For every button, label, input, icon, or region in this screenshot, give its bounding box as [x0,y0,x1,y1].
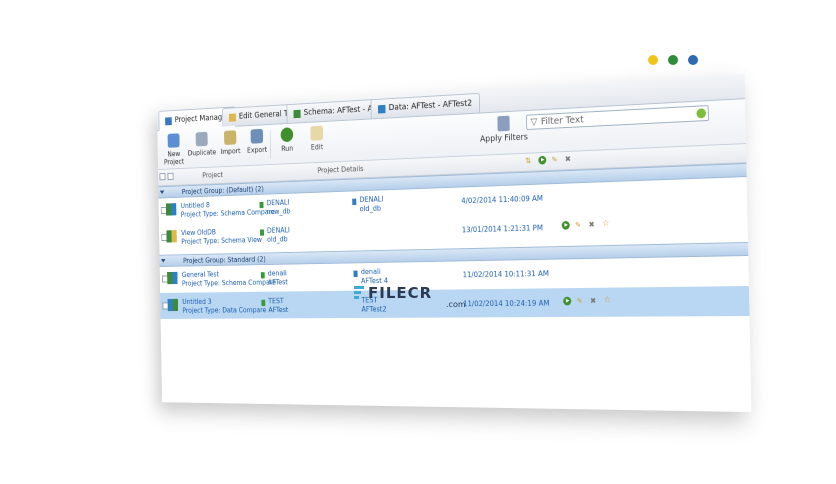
select-all-checkbox[interactable] [160,173,166,180]
favorite-star-icon[interactable]: ☆ [602,220,610,229]
left-database: new_db [267,207,291,216]
last-run-datetime: 13/01/2014 1:21:31 PM [462,224,543,235]
funnel-icon: ▽ [530,117,537,128]
project-name[interactable]: Untitled 3 [182,298,211,306]
tab-label: Data: AFTest - AFTest2 [389,99,473,113]
database-icon [260,229,264,235]
left-server: DENALI [267,226,290,235]
run-icon[interactable] [562,221,570,230]
data-compare-icon [168,299,178,311]
apply-filters-button[interactable]: Apply Filters [478,115,530,145]
edit-button[interactable]: Edit [301,125,333,152]
project-type: Project Type: Schema View [181,236,262,246]
run-icon [281,127,294,142]
group-label: Project Group: Standard (2) [183,255,266,265]
export-label: Export [247,146,267,155]
left-server: denali [268,269,287,277]
header-controls [160,173,174,181]
database-icon [260,202,264,208]
column-project-details[interactable]: Project Details [317,165,363,175]
collapse-icon[interactable] [160,191,164,195]
delete-all-icon[interactable]: ✖ [565,155,573,164]
clear-filter-icon[interactable] [696,108,706,118]
collapse-icon[interactable] [161,259,165,263]
project-manager-icon [165,117,172,125]
project-type: Project Type: Data Compare [182,306,266,315]
left-database: AFTest [268,278,288,286]
export-button[interactable]: Export [241,128,272,154]
filter-text-input[interactable]: ▽ Filter Text [526,105,709,130]
lightbulb-icon[interactable] [648,55,658,65]
edit-icon [229,113,236,121]
database-icon [261,300,265,306]
run-button[interactable]: Run [271,127,303,154]
data-icon [378,104,385,113]
watermark: FILECR .com [368,284,432,302]
database-icon [354,271,358,277]
row-actions: ✎ ✖ ☆ [563,296,612,305]
last-run-datetime: 11/02/2014 10:24:19 AM [463,299,549,308]
last-run-datetime: 11/02/2014 10:11:31 AM [463,269,549,279]
duplicate-icon [196,132,208,147]
right-database: old_db [360,204,382,213]
apply-filters-label: Apply Filters [480,133,528,145]
expand-checkbox[interactable] [168,173,174,180]
favorite-star-icon[interactable]: ☆ [604,296,612,305]
header-actions: ⇅ ✎ ✖ [525,155,573,166]
edit-icon [310,126,323,141]
database-icon [261,272,265,278]
left-database: AFTest [268,306,288,314]
edit-icon[interactable]: ✎ [575,221,583,230]
edit-label: Edit [311,143,323,152]
screenshot-stage: Project Manager Edit General Test Schema… [0,0,836,484]
duplicate-label: Duplicate [188,148,217,157]
edit-icon[interactable]: ✎ [577,297,585,306]
delete-icon[interactable]: ✖ [589,220,597,229]
schema-icon [293,109,300,117]
right-server: denali [361,267,381,276]
last-run-datetime: 4/02/2014 11:40:09 AM [461,194,543,205]
delete-icon[interactable]: ✖ [590,296,598,305]
left-database: old_db [267,235,288,244]
filter-placeholder: Filter Text [541,114,584,127]
row-actions: ✎ ✖ ☆ [562,220,611,230]
schema-compare-icon [167,272,177,284]
export-icon [251,129,264,144]
left-server: TEST [268,297,284,305]
app-window: Project Manager Edit General Test Schema… [157,74,751,412]
column-project[interactable]: Project [202,171,223,180]
window-status-icons [648,55,698,65]
schema-view-icon [166,230,176,242]
right-server: DENALI [359,195,383,204]
project-name[interactable]: View OldDB [181,228,216,237]
schema-compare-icon [166,203,176,216]
project-type: Project Type: Schema Compare [181,208,275,219]
run-label: Run [281,144,293,153]
import-label: Import [220,147,240,156]
watermark-text: FILECR [368,284,432,302]
watermark-logo-icon [354,286,364,298]
project-name[interactable]: General Test [182,270,219,278]
new-project-icon [168,133,180,148]
new-project-label: New Project [164,150,184,166]
run-all-icon[interactable] [538,156,546,165]
project-type: Project Type: Schema Compare [182,278,276,287]
import-icon [224,130,236,145]
left-server: DENALI [266,198,289,207]
help-icon[interactable] [688,55,698,65]
run-icon[interactable] [563,297,571,306]
filter-icon [497,116,509,132]
tab-label: Project Manager [175,113,230,125]
right-database: AFTest2 [361,305,386,313]
edit-all-icon[interactable]: ✎ [551,155,559,164]
watermark-suffix: .com [446,300,466,309]
duplicate-button[interactable]: Duplicate [187,131,217,157]
new-project-button[interactable]: New Project [159,133,189,167]
sort-icon[interactable]: ⇅ [525,156,533,165]
settings-icon[interactable] [668,55,678,65]
project-name[interactable]: Untitled 8 [181,201,210,210]
database-icon [352,199,356,206]
